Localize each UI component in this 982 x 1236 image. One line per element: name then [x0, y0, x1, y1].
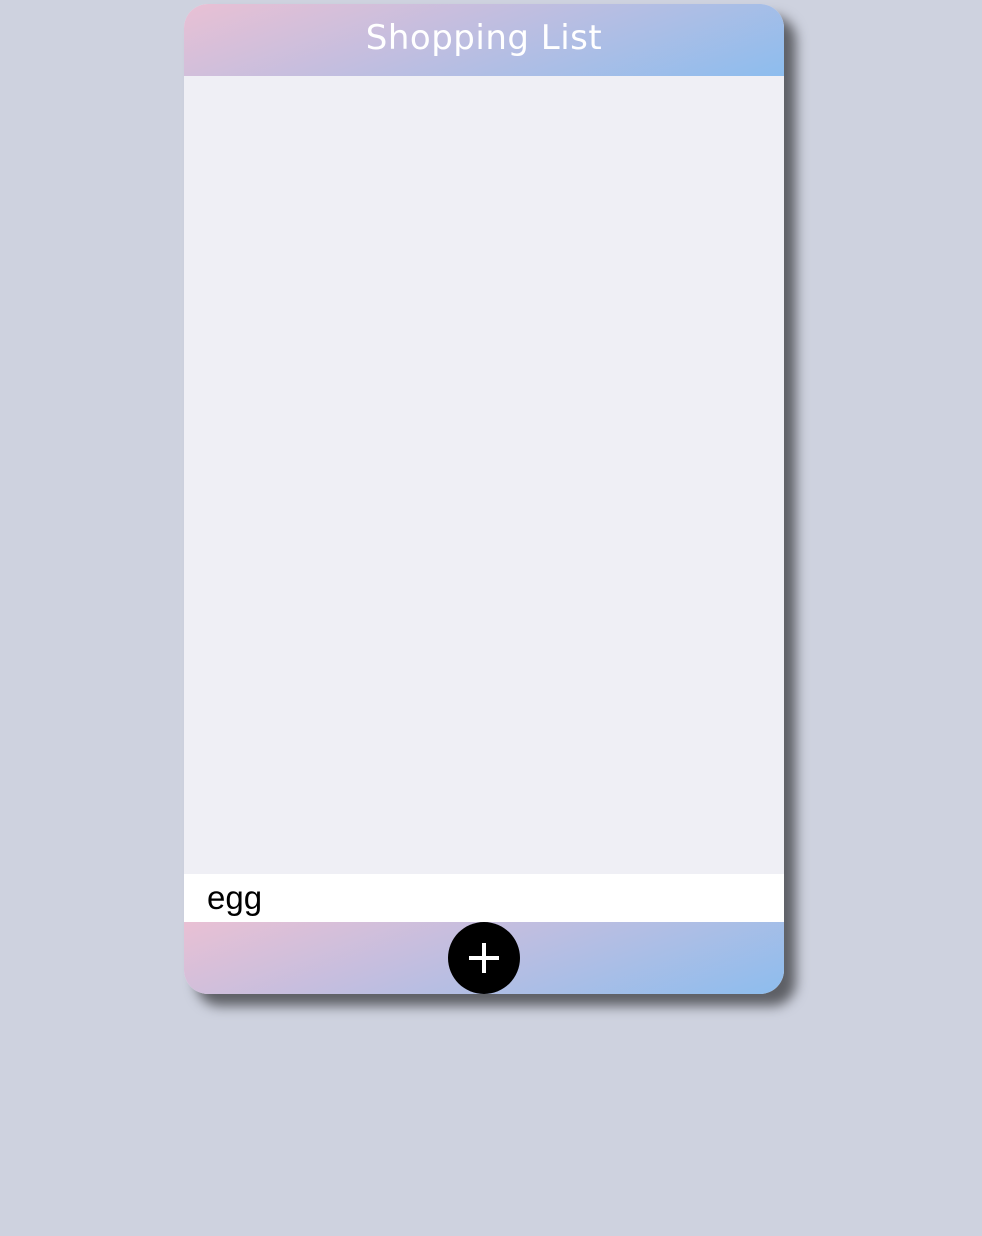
app-footer — [184, 922, 784, 994]
plus-icon — [464, 938, 504, 978]
app-title: Shopping List — [365, 18, 603, 58]
item-input[interactable] — [184, 874, 784, 922]
shopping-list — [184, 76, 784, 874]
app-header: Shopping List — [184, 4, 784, 76]
shopping-list-card: Shopping List — [184, 4, 784, 994]
add-item-button[interactable] — [448, 922, 520, 994]
